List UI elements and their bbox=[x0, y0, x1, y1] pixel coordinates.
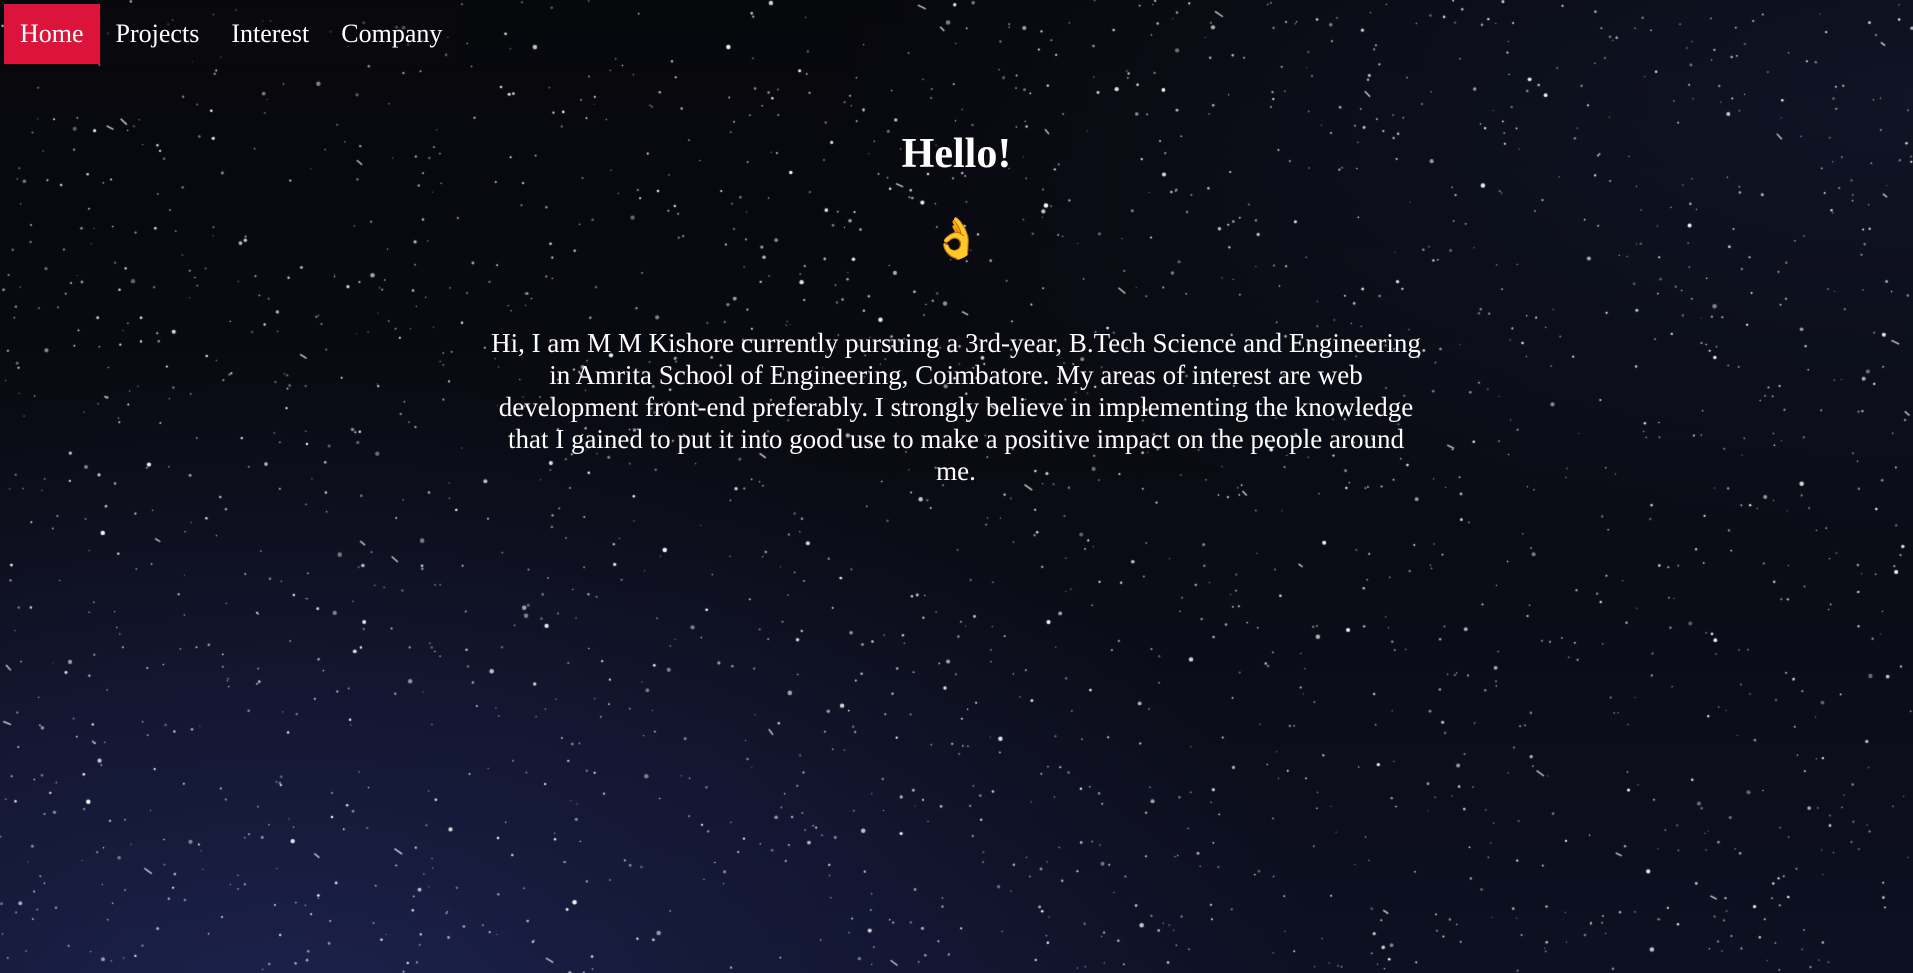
top-navigation: Home Projects Interest Company bbox=[4, 4, 459, 64]
nav-interest-link[interactable]: Interest bbox=[215, 4, 325, 64]
ok-hand-icon: 👌 bbox=[931, 216, 982, 261]
page-heading: Hello! bbox=[901, 131, 1012, 177]
bio-paragraph: Hi, I am M M Kishore currently pursuing … bbox=[491, 328, 1421, 486]
nav-company-link[interactable]: Company bbox=[325, 4, 458, 64]
nav-home-link[interactable]: Home bbox=[4, 4, 100, 64]
nav-projects-link[interactable]: Projects bbox=[100, 4, 216, 64]
